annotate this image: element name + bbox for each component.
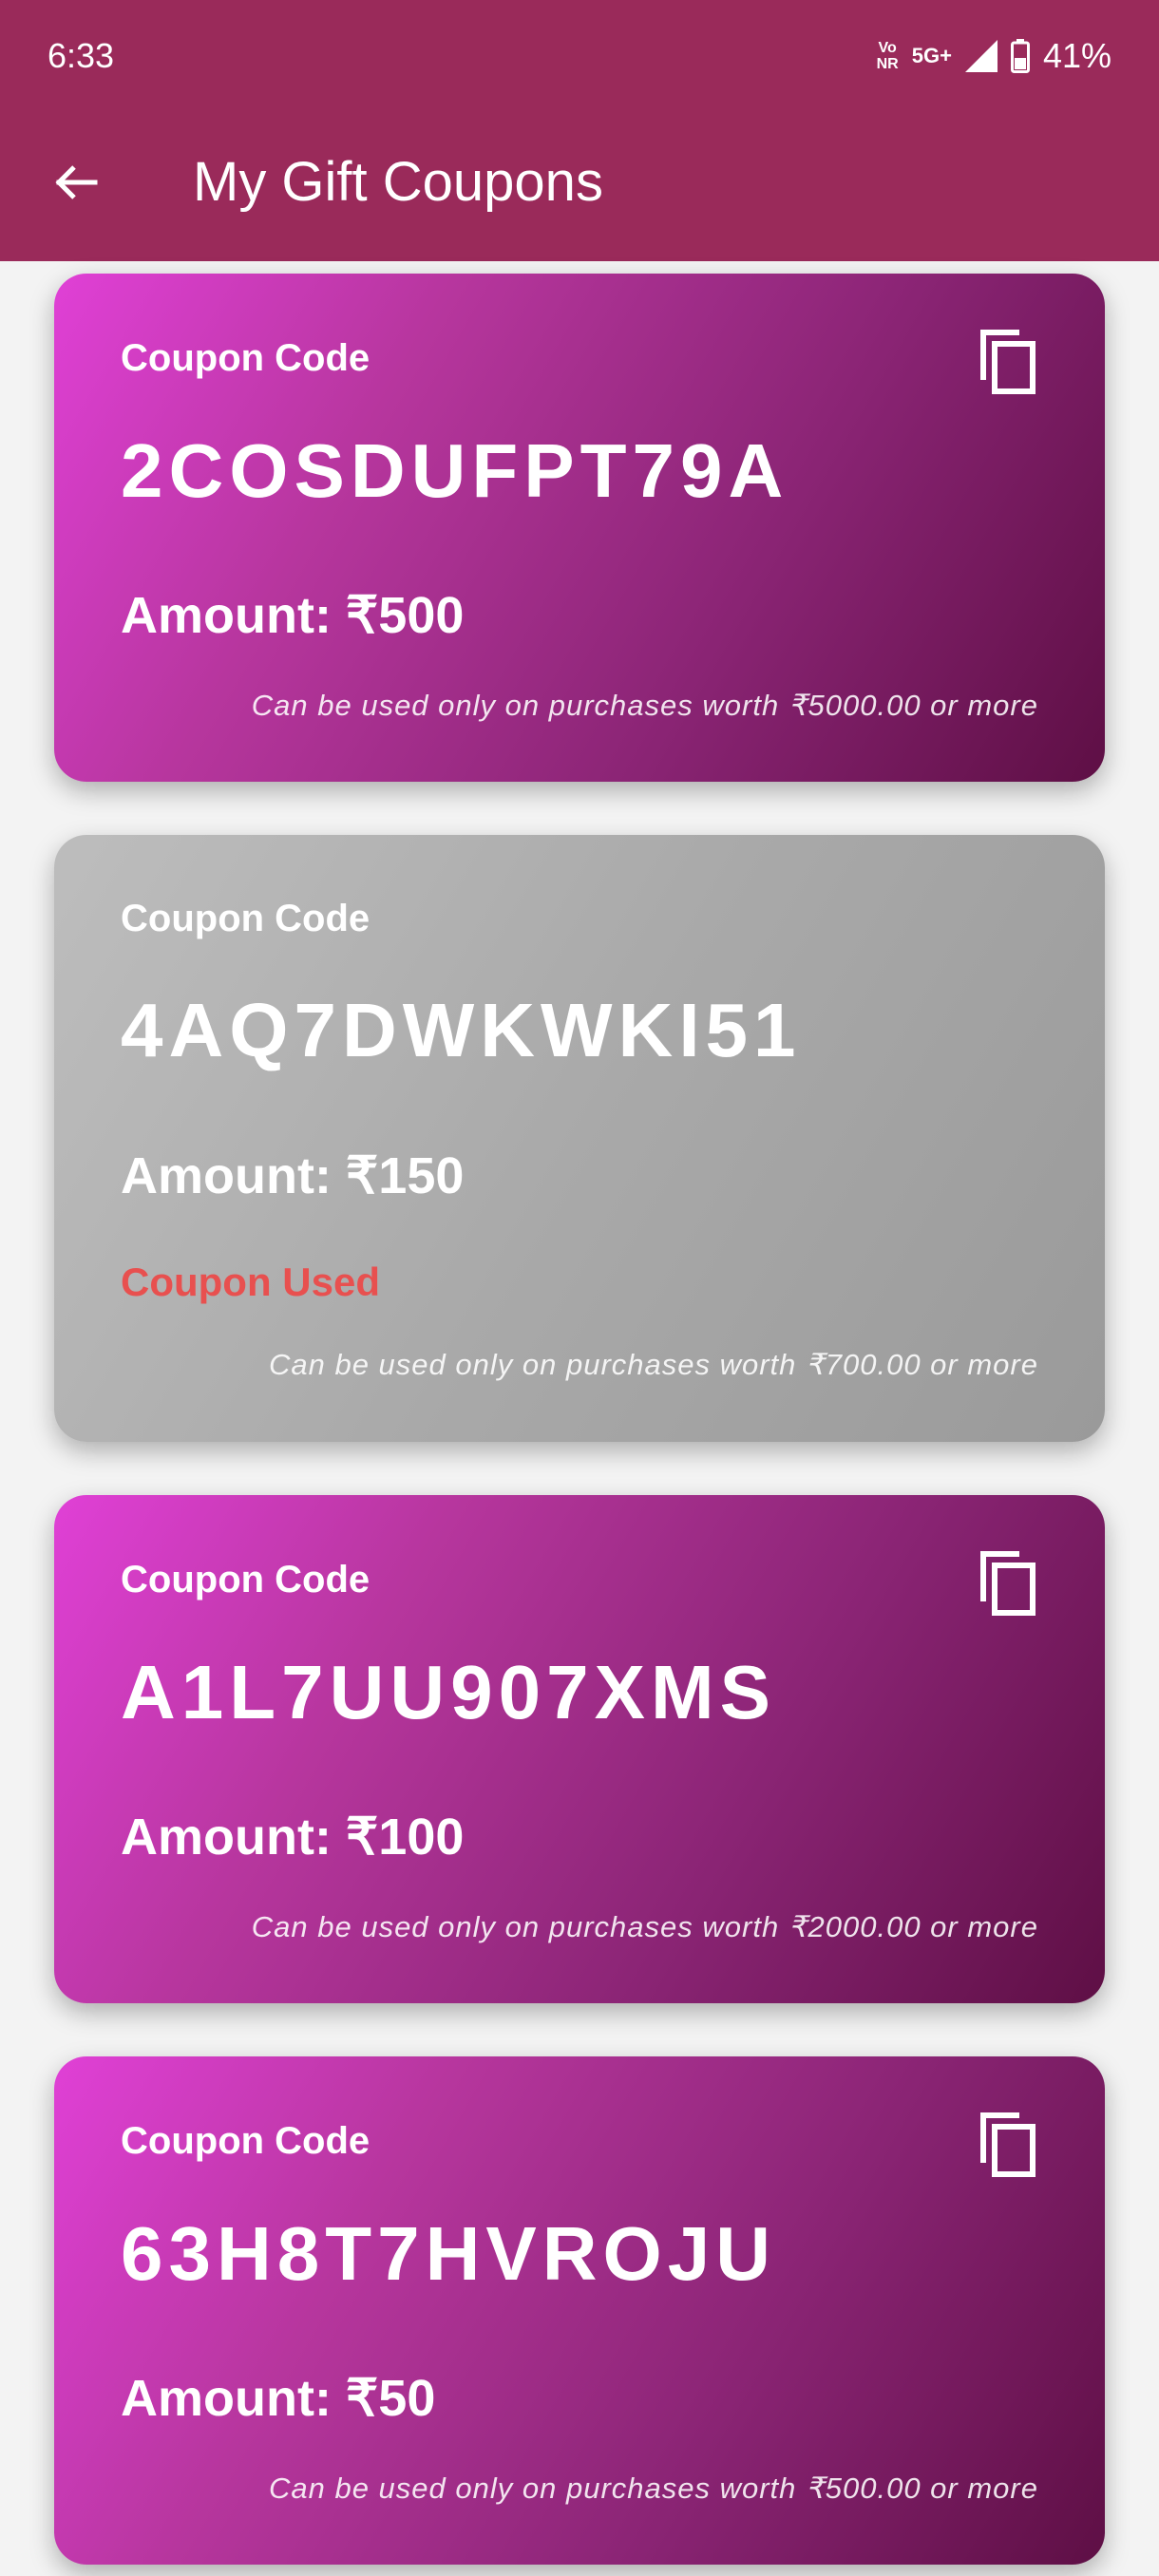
copy-icon — [980, 1551, 1036, 1616]
coupon-code-label: Coupon Code — [121, 337, 370, 379]
arrow-back-icon — [55, 165, 98, 199]
coupon-code-label: Coupon Code — [121, 898, 370, 939]
coupon-card-used: Coupon Code 4AQ7DWKWKI51 Amount: ₹150 Co… — [54, 835, 1105, 1442]
signal-icon — [964, 40, 998, 72]
coupon-amount: Amount: ₹100 — [121, 1809, 465, 1866]
network-type: 5G+ — [911, 44, 952, 67]
coupon-code: A1L7UU907XMS — [121, 1650, 777, 1734]
status-bar: 6:33 Vo NR 5G+ 41% — [0, 0, 1159, 114]
coupon-condition: Can be used only on purchases worth ₹500… — [251, 689, 1038, 722]
battery-icon — [1010, 39, 1030, 73]
coupon-code: 63H8T7HVROJU — [121, 2211, 777, 2296]
status-icons: Vo NR 5G+ 41% — [877, 36, 1112, 76]
copy-code-button[interactable] — [978, 329, 1038, 395]
coupon-amount: Amount: ₹50 — [121, 2370, 436, 2427]
battery-percent: 41% — [1042, 36, 1112, 75]
copy-icon — [980, 2112, 1036, 2177]
copy-icon — [980, 330, 1036, 394]
page-title: My Gift Coupons — [193, 151, 603, 213]
coupon-amount: Amount: ₹150 — [121, 1147, 465, 1204]
status-time: 6:33 — [48, 36, 115, 75]
app-bar: My Gift Coupons — [0, 114, 1159, 261]
coupon-condition: Can be used only on purchases worth ₹700… — [268, 1348, 1038, 1381]
volte-indicator: Vo NR — [877, 40, 899, 72]
copy-code-button[interactable] — [978, 2112, 1038, 2178]
coupon-condition: Can be used only on purchases worth ₹500… — [268, 2472, 1038, 2505]
coupon-amount: Amount: ₹500 — [121, 587, 465, 644]
coupon-used-status: Coupon Used — [121, 1260, 380, 1304]
coupon-code: 4AQ7DWKWKI51 — [121, 988, 802, 1072]
back-button[interactable] — [48, 154, 104, 211]
coupon-card: Coupon Code A1L7UU907XMS Amount: ₹100 Ca… — [54, 1495, 1105, 2003]
copy-code-button[interactable] — [978, 1550, 1038, 1617]
coupon-code-label: Coupon Code — [121, 1559, 370, 1601]
coupon-code: 2COSDUFPT79A — [121, 428, 789, 513]
nr-label: NR — [876, 56, 899, 72]
coupon-card: Coupon Code 2COSDUFPT79A Amount: ₹500 Ca… — [54, 274, 1105, 782]
coupon-code-label: Coupon Code — [121, 2120, 370, 2162]
coupon-condition: Can be used only on purchases worth ₹200… — [251, 1910, 1038, 1943]
coupon-card: Coupon Code 63H8T7HVROJU Amount: ₹50 Can… — [54, 2056, 1105, 2565]
volte-label: Vo — [878, 40, 897, 56]
